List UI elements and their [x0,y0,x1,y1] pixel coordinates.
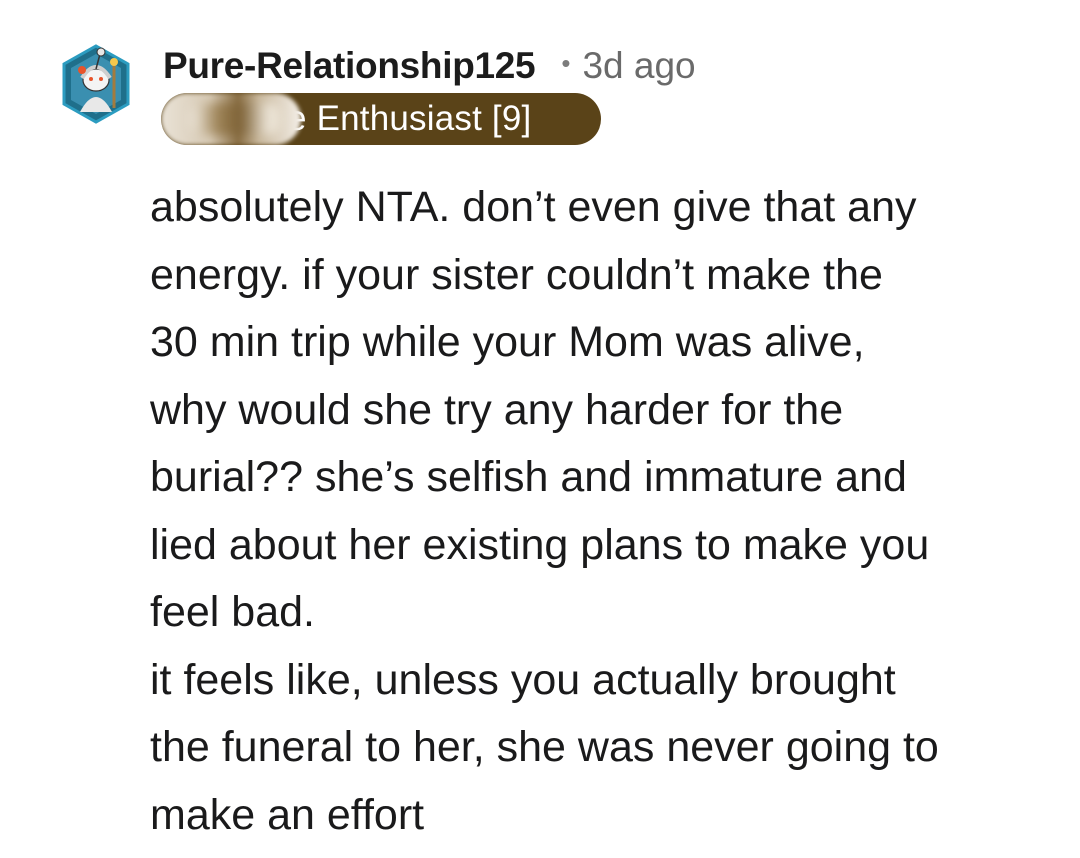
comment-header: Pure-Relationship125 • 3d ago [163,40,696,92]
snoo-avatar-icon [62,44,130,124]
comment-body-line: it feels like, unless you actually broug… [150,655,896,704]
comment-body-line: make an effort [150,790,425,839]
comment-body-line: the funeral to her, she was never going … [150,723,939,771]
flair-redaction-blur-core [191,103,281,135]
flair-label: le Enthusiast [9] [279,99,532,138]
username[interactable]: Pure-Relationship125 [163,45,536,87]
comment-body-line: absolutely NTA. don’t even give that any [150,183,917,231]
comment-body-line: why would she try any harder for the [150,385,844,434]
comment-body-line: burial?? she’s selfish and immature and [150,453,907,501]
comment-card: Pure-Relationship125 • 3d ago le Enthusi… [0,0,1080,858]
comment-body-line: energy. if your sister couldn’t make the [150,250,883,299]
comment-body-line: feel bad. [150,588,315,636]
comment-body: absolutely NTA. don’t even give that any… [150,174,1050,849]
user-flair: le Enthusiast [9] [161,93,601,145]
separator-dot: • [561,47,571,78]
user-avatar[interactable] [60,42,132,126]
comment-body-line: 30 min trip while your Mom was alive, [150,318,865,366]
comment-body-line: lied about her existing plans to make yo… [150,520,930,569]
timestamp[interactable]: 3d ago [582,45,695,87]
